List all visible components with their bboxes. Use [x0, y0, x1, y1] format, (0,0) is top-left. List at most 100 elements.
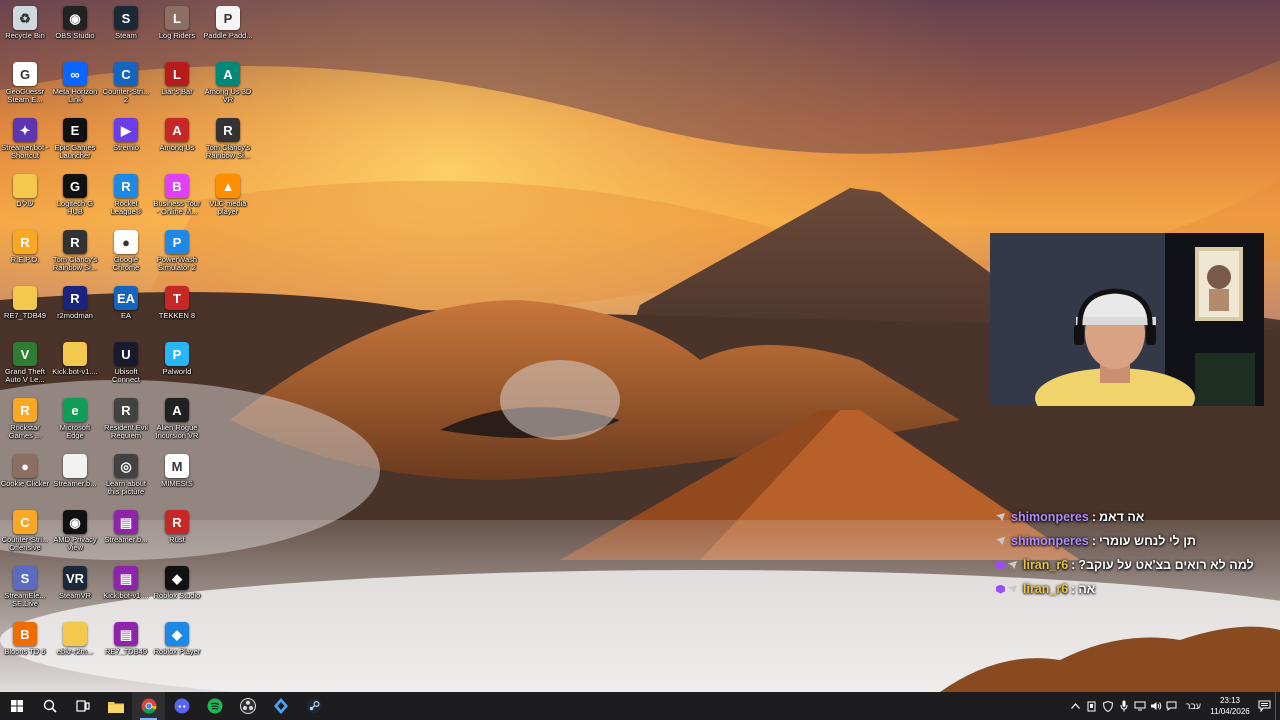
desktop-shortcut[interactable]: ▶ Stremio [101, 116, 151, 170]
show-desktop-button[interactable] [1275, 692, 1280, 720]
desktop-shortcut[interactable]: A Among Us [152, 116, 202, 170]
desktop-shortcut[interactable]: R R.E.P.O. [0, 228, 50, 282]
desktop-shortcut[interactable]: P PowerWash Simulator 2 [152, 228, 202, 282]
desktop-shortcut[interactable]: V Grand Theft Auto V Le... [0, 340, 50, 394]
desktop-shortcut-label: Counter-Stri... Offensive [1, 536, 49, 552]
desktop-shortcut-label: Cookie Clicker [0, 480, 50, 488]
streamer-bot-button[interactable] [264, 692, 297, 720]
desktop-shortcut[interactable]: G Logitech G HUB [50, 172, 100, 226]
gta-v-icon: V [13, 342, 37, 366]
taskbar-clock[interactable]: 23:13 11/04/2026 [1207, 695, 1253, 717]
system-tray: עבר 23:13 11/04/2026 [1068, 692, 1280, 720]
network-tray-button[interactable] [1132, 692, 1148, 720]
log-riders-icon: L [165, 6, 189, 30]
microphone-tray-button[interactable] [1116, 692, 1132, 720]
desktop-shortcut[interactable]: M MIMESIS [152, 452, 202, 506]
task-view-button[interactable] [66, 692, 99, 720]
desktop-shortcut[interactable]: ∞ Meta Horizon Link [50, 60, 100, 114]
desktop-shortcut[interactable]: ◎ Learn about this picture [101, 452, 151, 506]
desktop-shortcut[interactable]: EA EA [101, 284, 151, 338]
file-explorer-button[interactable] [99, 692, 132, 720]
desktop-shortcut[interactable]: Kick.bot-v1.... [50, 340, 100, 394]
desktop-shortcut[interactable]: L Liar's Bar [152, 60, 202, 114]
desktop-shortcut[interactable]: U Ubisoft Connect [101, 340, 151, 394]
clock-date: 11/04/2026 [1210, 707, 1250, 716]
desktop-shortcut[interactable]: e Microsoft Edge [50, 396, 100, 450]
security-tray-button[interactable] [1100, 692, 1116, 720]
desktop-shortcut[interactable]: L Log Riders [152, 4, 202, 58]
chrome-icon [141, 698, 156, 714]
desktop-shortcut[interactable]: Streamer.b... [50, 452, 100, 506]
counter-strike-2-icon: C [114, 62, 138, 86]
obs-button[interactable] [231, 692, 264, 720]
desktop-shortcut[interactable]: R Rust [152, 508, 202, 562]
desktop-shortcut-label: Paddle Padd... [203, 32, 253, 40]
resident-evil-requiem-icon: R [114, 398, 138, 422]
chrome-button[interactable] [132, 692, 165, 720]
device-tray-button[interactable] [1084, 692, 1100, 720]
desktop-shortcut[interactable]: ◆ Roblox Player [152, 620, 202, 674]
input-language-indicator[interactable]: עבר [1180, 701, 1207, 711]
desktop-shortcut-label: Grand Theft Auto V Le... [5, 368, 45, 384]
spotify-button[interactable] [198, 692, 231, 720]
desktop-shortcut[interactable]: C Counter-Stri... Offensive [0, 508, 50, 562]
bluetooth-tray-button[interactable] [1164, 692, 1180, 720]
desktop-shortcut[interactable]: ▤ Kick.bot-v1.... [101, 564, 151, 618]
desktop-shortcut[interactable]: RE7_TDB49 [0, 284, 50, 338]
notification-center-button[interactable] [1253, 692, 1275, 720]
desktop-shortcut[interactable]: A Among Us 3D VR [203, 60, 253, 114]
desktop-shortcut[interactable]: VR SteamVR [50, 564, 100, 618]
desktop-shortcut[interactable]: ▤ RE7_TDB49 [101, 620, 151, 674]
desktop-shortcut[interactable]: B Bloons TD 6 [0, 620, 50, 674]
desktop-shortcut[interactable]: ◉ AMD Privacy View [50, 508, 100, 562]
desktop-shortcut[interactable]: ▤ Streamer.b... [101, 508, 151, 562]
desktop-shortcut[interactable]: ✦ Streamer.bot - Shortcut [0, 116, 50, 170]
volume-tray-button[interactable] [1148, 692, 1164, 720]
counter-strike-go-icon: C [13, 510, 37, 534]
desktop-shortcut[interactable]: ▲ VLC media player [203, 172, 253, 226]
desktop-shortcut-label: Rust [169, 536, 185, 544]
desktop-shortcut-label: Among Us [159, 144, 195, 152]
desktop-shortcut[interactable]: R Tom Clancy's Rainbow Si... [50, 228, 100, 282]
desktop-shortcut-label: r2modman [57, 312, 93, 320]
desktop-shortcut[interactable]: R Tom Clancy's Rainbow Si... [203, 116, 253, 170]
desktop-shortcut[interactable]: S Steam [101, 4, 151, 58]
desktop-shortcut-label: PowerWash Simulator 2 [156, 256, 198, 272]
desktop-shortcut[interactable]: T TEKKEN 8 [152, 284, 202, 338]
desktop-shortcut[interactable]: B Business Tour - Online M... [152, 172, 202, 226]
show-hidden-icons-button[interactable] [1068, 692, 1084, 720]
desktop-shortcut[interactable]: ◉ OBS Studio [50, 4, 100, 58]
spotify-icon [207, 698, 222, 714]
desktop-shortcut[interactable]: G GeoGuessr Steam E... [0, 60, 50, 114]
steam-icon: S [114, 6, 138, 30]
desktop-shortcut[interactable]: עולים [0, 172, 50, 226]
kick-bot-archive-icon: ▤ [114, 566, 138, 590]
desktop-shortcut[interactable]: R Rockstar Games ... [0, 396, 50, 450]
desktop-shortcut[interactable]: Rr2modman [50, 284, 100, 338]
desktop-shortcut-label: Google Chrome [112, 256, 140, 272]
desktop-shortcut[interactable]: ● Google Chrome [101, 228, 151, 282]
stremio-icon: ▶ [114, 118, 138, 142]
rocket-league-icon: R [114, 174, 138, 198]
speaker-icon [1150, 702, 1161, 710]
desktop-shortcut-label: Steam [115, 32, 137, 40]
desktop-shortcut[interactable]: ebkr-r2m... [50, 620, 100, 674]
search-button[interactable] [33, 692, 66, 720]
chat-separator: : [1091, 510, 1096, 524]
steam-button[interactable] [297, 692, 330, 720]
epic-games-launcher-icon: E [63, 118, 87, 142]
desktop-shortcut[interactable]: P Paddle Padd... [203, 4, 253, 58]
desktop-shortcut[interactable]: R Rocket League® [101, 172, 151, 226]
start-button[interactable] [0, 692, 33, 720]
discord-button[interactable] [165, 692, 198, 720]
desktop-shortcut[interactable]: ◆ Roblox Studio [152, 564, 202, 618]
desktop-shortcut[interactable]: C Counter-Stri... 2 [101, 60, 151, 114]
desktop-shortcut[interactable]: R Resident Evil Requiem [101, 396, 151, 450]
desktop-shortcut[interactable]: P Palworld [152, 340, 202, 394]
desktop-shortcut[interactable]: A Alien Rogue Incursion VR [152, 396, 202, 450]
desktop-shortcut-label: Tom Clancy's Rainbow Si... [52, 256, 98, 272]
desktop-shortcut[interactable]: S StreamEle... SE.Live [0, 564, 50, 618]
desktop-shortcut[interactable]: ♻ Recycle Bin [0, 4, 50, 58]
desktop-shortcut[interactable]: ● Cookie Clicker [0, 452, 50, 506]
desktop-shortcut[interactable]: E Epic Games Launcher [50, 116, 100, 170]
